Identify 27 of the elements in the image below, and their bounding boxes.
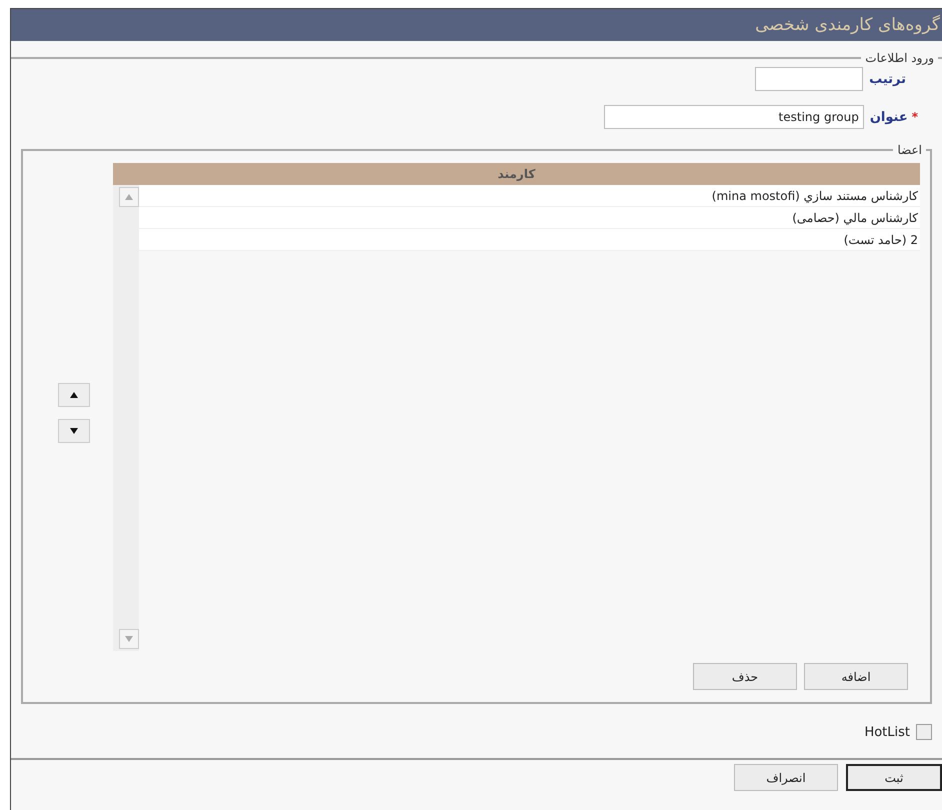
up-triangle-icon bbox=[70, 392, 78, 398]
window-title: گروه‌های کارمندی شخصی bbox=[11, 9, 942, 41]
table-row[interactable]: كارشناس مستند سازي (mina mostofi) bbox=[139, 185, 920, 207]
table-row[interactable]: كارشناس مالي (حصامی) bbox=[139, 207, 920, 229]
move-down-button[interactable] bbox=[58, 418, 90, 442]
dialog-button[interactable]: انصراف bbox=[734, 764, 838, 791]
checkbox-label: HotList bbox=[864, 724, 910, 740]
column-header: كارمند bbox=[113, 163, 920, 185]
scroll-down-button[interactable] bbox=[119, 629, 139, 649]
dialog-button[interactable]: ثبت bbox=[846, 764, 942, 791]
required-mark: * bbox=[912, 110, 918, 124]
down-triangle-icon bbox=[125, 636, 133, 642]
input-field[interactable] bbox=[755, 67, 864, 91]
down-triangle-icon bbox=[70, 428, 78, 434]
up-triangle-icon bbox=[125, 194, 133, 200]
field-label: عنوان bbox=[870, 110, 908, 124]
input-field[interactable]: testing group bbox=[604, 105, 864, 129]
field-label: ترتیب bbox=[869, 72, 906, 86]
section-legend: اعضا bbox=[893, 143, 926, 157]
action-button[interactable]: اضافه bbox=[804, 663, 908, 690]
scrollbar[interactable] bbox=[113, 185, 139, 651]
action-button[interactable]: حذف bbox=[693, 663, 797, 690]
scroll-up-button[interactable] bbox=[119, 187, 139, 207]
checkbox[interactable] bbox=[916, 724, 932, 740]
section-legend: ورود اطلاعات bbox=[861, 51, 938, 65]
move-up-button[interactable] bbox=[58, 382, 90, 406]
table-row[interactable]: 2 (حامد تست) bbox=[139, 229, 920, 251]
